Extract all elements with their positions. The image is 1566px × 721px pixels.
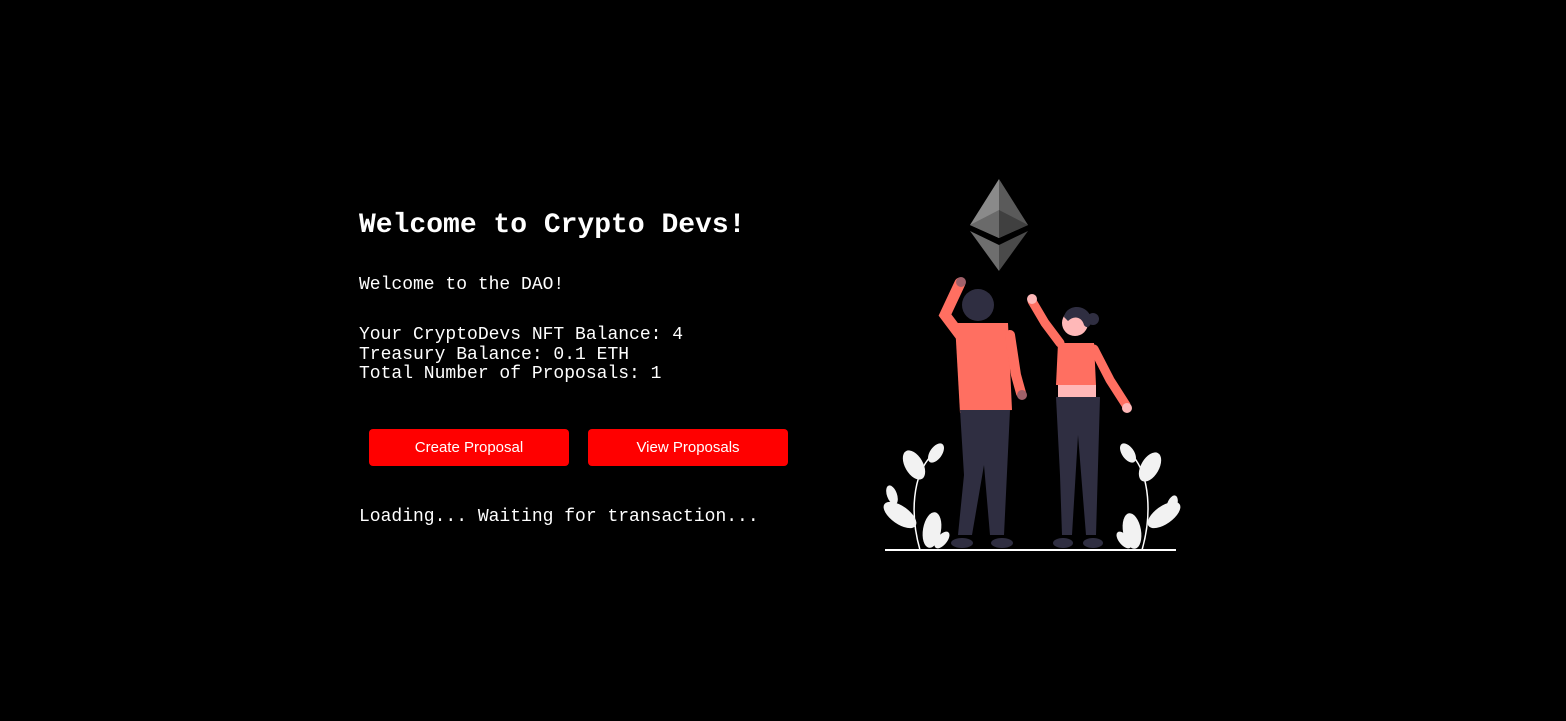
welcome-description: Welcome to the DAO!	[359, 275, 565, 295]
right-plant	[1116, 443, 1181, 551]
left-plant	[883, 443, 950, 551]
proposal-count-text: Total Number of Proposals: 1	[359, 364, 662, 384]
button-row: Create Proposal View Proposals	[359, 428, 819, 466]
nft-balance-text: Your CryptoDevs NFT Balance: 4	[359, 325, 684, 345]
man-figure	[938, 277, 1027, 548]
page-title: Welcome to Crypto Devs!	[359, 210, 746, 241]
ethereum-icon	[970, 179, 1028, 271]
view-proposals-button[interactable]: View Proposals	[588, 428, 788, 466]
woman-figure	[1027, 294, 1132, 548]
main-content: Welcome to Crypto Devs! Welcome to the D…	[359, 205, 819, 528]
loading-status: Loading... Waiting for transaction...	[359, 506, 759, 527]
create-proposal-button[interactable]: Create Proposal	[369, 428, 569, 466]
stats-block: Your CryptoDevs NFT Balance: 4 Treasury …	[359, 325, 819, 385]
page: Welcome to Crypto Devs! Welcome to the D…	[0, 0, 1566, 721]
crypto-devs-illustration	[883, 179, 1181, 551]
treasury-balance-text: Treasury Balance: 0.1 ETH	[359, 344, 630, 365]
